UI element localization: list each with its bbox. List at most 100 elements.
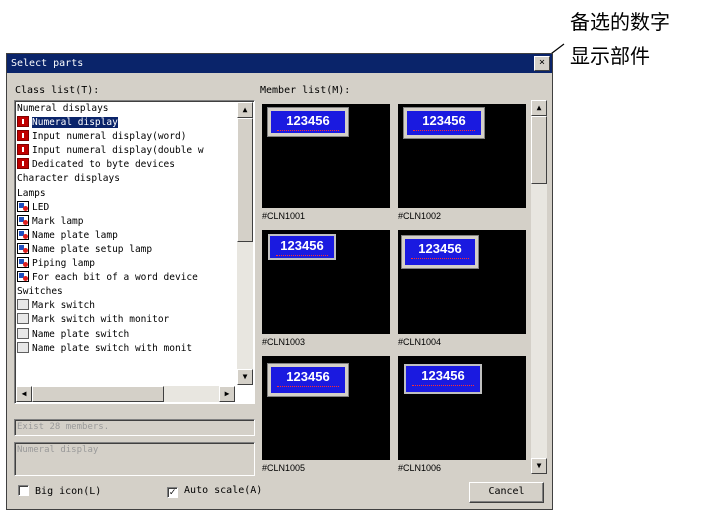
member-list[interactable]: 123456 #CLN1001 123456 #CLN1002 123456 #CLN10… — [260, 100, 547, 474]
scroll-right-button[interactable]: ▶ — [219, 386, 235, 402]
display-value: 123456 — [277, 112, 339, 131]
class-list-item[interactable]: Name plate switch with monit — [17, 341, 235, 356]
member-list-vscrollbar[interactable]: ▲ ▼ — [531, 100, 547, 474]
numeral-icon — [17, 144, 29, 156]
class-list[interactable]: Numeral displays Numeral display Input num… — [14, 100, 255, 404]
numeral-icon — [17, 116, 29, 128]
description-field: Numeral display — [14, 442, 255, 476]
auto-scale-option[interactable]: ✓ Auto scale(A) — [167, 485, 262, 498]
display-value: 123456 — [412, 367, 474, 386]
class-list-item-label: Input numeral display(word) — [32, 131, 187, 143]
class-list-item[interactable]: Numeral displays — [17, 102, 235, 116]
member-list-label: Member list(M): — [260, 85, 351, 96]
class-list-item[interactable]: Name plate lamp — [17, 228, 235, 243]
numeral-display-preview: 123456 — [268, 234, 336, 260]
class-list-item[interactable]: Lamps — [17, 187, 235, 201]
class-list-item-label: LED — [32, 201, 50, 213]
class-list-item-label: Numeral display — [32, 117, 118, 129]
class-list-item[interactable]: For each bit of a word device — [17, 271, 235, 285]
auto-scale-label: Auto scale(A) — [184, 485, 263, 496]
class-list-item[interactable]: Name plate setup lamp — [17, 242, 235, 257]
big-icon-label: Big icon(L) — [35, 486, 102, 497]
numeral-display-preview: 123456 — [267, 107, 349, 137]
switch-icon — [17, 299, 29, 311]
member-name: #CLN1001 — [262, 210, 390, 222]
members-count-field: Exist 28 members. — [14, 419, 255, 436]
numeral-display-preview: 123456 — [267, 363, 349, 397]
class-list-item-label: Mark switch with monitor — [32, 314, 170, 326]
member-name: #CLN1004 — [398, 336, 526, 348]
numeral-icon — [17, 130, 29, 142]
class-list-item[interactable]: Mark switch with monitor — [17, 313, 235, 327]
class-list-item-label: Mark lamp — [32, 215, 84, 227]
scroll-left-button[interactable]: ◀ — [16, 386, 32, 402]
class-list-item[interactable]: Numeral display — [17, 116, 235, 130]
switch-icon — [17, 313, 29, 325]
class-list-item[interactable]: Input numeral display(double w — [17, 144, 235, 158]
scroll-down-button[interactable]: ▼ — [237, 369, 253, 385]
class-list-item[interactable]: Dedicated to byte devices — [17, 158, 235, 172]
lamp-icon — [17, 214, 29, 226]
class-list-vscrollbar[interactable]: ▲ ▼ — [237, 102, 253, 385]
member-preview[interactable]: 123456 — [262, 230, 390, 334]
class-list-item-label: Piping lamp — [32, 258, 95, 270]
class-list-item-label: Switches — [17, 286, 63, 298]
member-name: #CLN1006 — [398, 462, 526, 474]
close-button[interactable]: × — [534, 56, 550, 71]
cancel-button[interactable]: Cancel — [469, 482, 544, 503]
member-scroll-up-button[interactable]: ▲ — [531, 100, 547, 116]
class-list-item-label: Name plate switch with monit — [32, 342, 193, 354]
class-list-item-label: For each bit of a word device — [32, 272, 198, 284]
class-list-item[interactable]: Piping lamp — [17, 257, 235, 271]
hscroll-thumb[interactable] — [32, 386, 164, 402]
member-preview[interactable]: 123456 — [398, 356, 526, 460]
member-preview[interactable]: 123456 — [398, 230, 526, 334]
lamp-icon — [17, 271, 29, 283]
annotation-line-1: 备选的数字 — [570, 10, 670, 34]
class-list-item[interactable]: Character displays — [17, 172, 235, 186]
switch-icon — [17, 341, 29, 353]
class-list-items: Numeral displays Numeral display Input num… — [17, 102, 235, 385]
big-icon-checkbox[interactable] — [18, 485, 29, 496]
member-name: #CLN1002 — [398, 210, 526, 222]
display-value: 123456 — [413, 112, 475, 131]
member-scroll-thumb[interactable] — [531, 116, 547, 184]
scroll-thumb[interactable] — [237, 118, 253, 242]
display-value: 123456 — [277, 368, 339, 387]
member-scroll-down-button[interactable]: ▼ — [531, 458, 547, 474]
big-icon-option[interactable]: Big icon(L) — [18, 485, 101, 497]
class-list-label: Class list(T): — [15, 85, 100, 96]
display-value: 123456 — [411, 240, 469, 259]
class-list-item[interactable]: Name plate switch — [17, 327, 235, 342]
member-name: #CLN1005 — [262, 462, 390, 474]
select-parts-dialog: Select parts × Class list(T): Member lis… — [6, 53, 553, 510]
member-preview[interactable]: 123456 — [398, 104, 526, 208]
display-value: 123456 — [276, 237, 328, 256]
numeral-icon — [17, 158, 29, 170]
class-list-item-label: Character displays — [17, 173, 120, 185]
dialog-title: Select parts — [11, 58, 84, 69]
numeral-display-preview: 123456 — [401, 235, 479, 269]
dialog-titlebar: Select parts × — [7, 54, 552, 73]
annotation-line-2: 显示部件 — [570, 44, 650, 68]
lamp-icon — [17, 257, 29, 269]
class-list-item-label: Name plate lamp — [32, 229, 118, 241]
scroll-up-button[interactable]: ▲ — [237, 102, 253, 118]
class-list-item[interactable]: LED — [17, 200, 235, 215]
switch-icon — [17, 327, 29, 339]
class-list-item[interactable]: Mark lamp — [17, 214, 235, 229]
class-list-item-label: Input numeral display(double w — [32, 145, 204, 157]
member-preview[interactable]: 123456 — [262, 356, 390, 460]
lamp-icon — [17, 228, 29, 240]
auto-scale-checkbox[interactable]: ✓ — [167, 487, 178, 498]
class-list-item[interactable]: Input numeral display(word) — [17, 130, 235, 144]
member-preview[interactable]: 123456 — [262, 104, 390, 208]
lamp-icon — [17, 242, 29, 254]
close-icon: × — [538, 57, 546, 68]
class-list-item-label: Name plate switch — [32, 328, 130, 340]
class-list-item[interactable]: Switches — [17, 285, 235, 299]
class-list-item-label: Mark switch — [32, 300, 95, 312]
class-list-item[interactable]: Mark switch — [17, 299, 235, 313]
class-list-hscrollbar[interactable]: ◀ ▶ — [16, 386, 235, 402]
numeral-display-preview: 123456 — [403, 107, 485, 139]
